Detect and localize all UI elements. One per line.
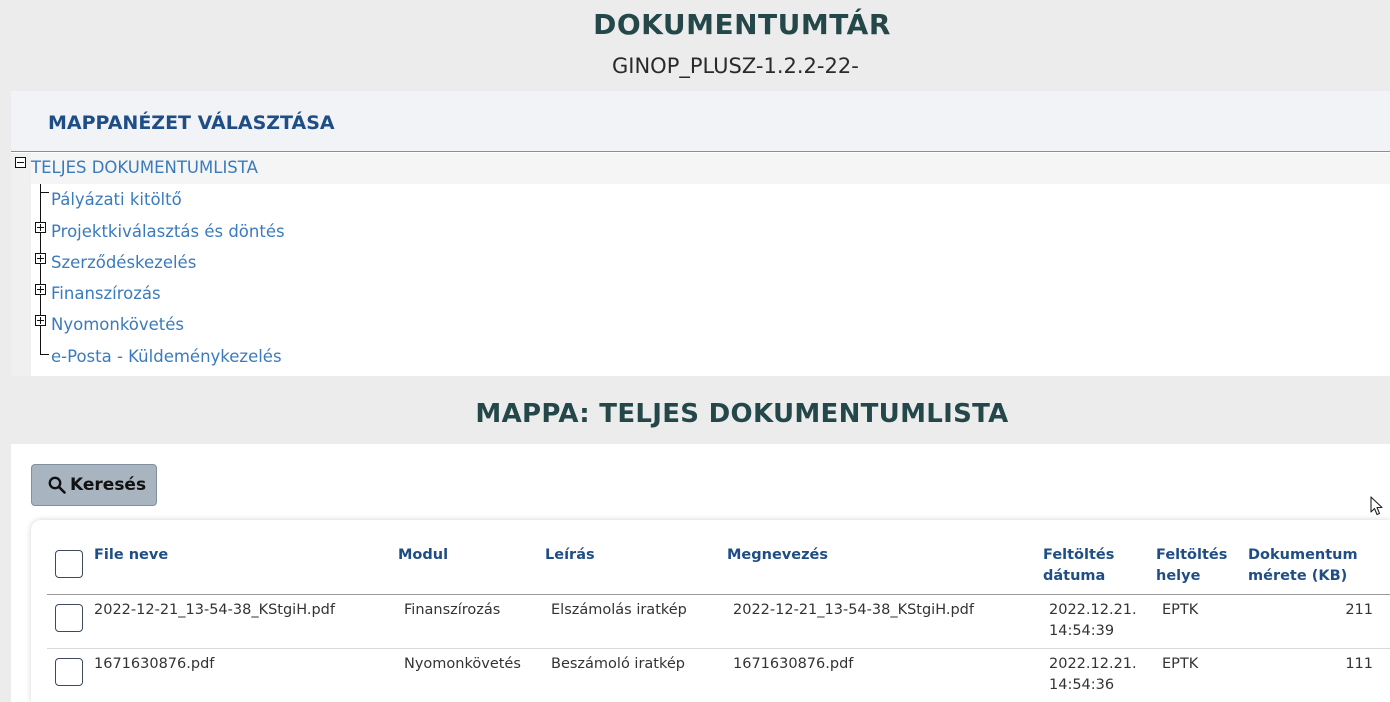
cell-upload-date: 2022.12.21. 14:54:36 bbox=[1049, 654, 1137, 696]
tree-item-projektkivalasztas[interactable]: Projektkiválasztás és döntés bbox=[51, 222, 285, 241]
search-button[interactable]: Keresés bbox=[31, 464, 157, 506]
cell-upload-date-time: 14:54:36 bbox=[1049, 677, 1115, 693]
col-header-upload-place[interactable]: Feltöltés helye bbox=[1156, 545, 1227, 587]
table-header-divider bbox=[47, 594, 1390, 595]
col-header-upload-place-line2: helye bbox=[1156, 568, 1201, 584]
expand-icon[interactable] bbox=[35, 253, 46, 264]
tree-item-nyomonkovetes[interactable]: Nyomonkövetés bbox=[51, 315, 184, 334]
cell-upload-date-day: 2022.12.21. bbox=[1049, 602, 1137, 618]
col-header-name[interactable]: Megnevezés bbox=[727, 545, 828, 566]
cell-size: 211 bbox=[1345, 602, 1373, 618]
tree-item-e-posta[interactable]: e-Posta - Küldeménykezelés bbox=[51, 347, 282, 366]
col-header-module[interactable]: Modul bbox=[398, 545, 448, 566]
page-subtitle: GINOP_PLUSZ-1.2.2-22- bbox=[612, 54, 859, 78]
documents-table: File neve Modul Leírás Megnevezés Feltöl… bbox=[31, 520, 1390, 702]
tree-branch-line bbox=[40, 192, 49, 193]
expand-icon[interactable] bbox=[35, 284, 46, 295]
tree-branch-line bbox=[40, 354, 49, 355]
cell-module: Finanszírozás bbox=[404, 602, 501, 618]
col-header-upload-place-line1: Feltöltés bbox=[1156, 547, 1228, 563]
cell-file-name[interactable]: 2022-12-21_13-54-38_KStgiH.pdf bbox=[94, 600, 335, 621]
page-title: DOKUMENTUMTÁR bbox=[593, 8, 891, 41]
tree-item-palyazati-kitolto[interactable]: Pályázati kitöltő bbox=[51, 190, 182, 209]
cell-upload-place: EPTK bbox=[1162, 602, 1199, 618]
tree-root-label[interactable]: TELJES DOKUMENTUMLISTA bbox=[31, 158, 258, 177]
row-checkbox[interactable] bbox=[55, 604, 83, 632]
cell-module: Nyomonkövetés bbox=[404, 656, 521, 672]
row-divider bbox=[47, 648, 1390, 649]
col-header-upload-date-line1: Feltöltés bbox=[1043, 547, 1115, 563]
cell-description: Elszámolás iratkép bbox=[551, 602, 687, 618]
cell-name: 1671630876.pdf bbox=[733, 656, 854, 672]
folder-view-header: MAPPANÉZET VÁLASZTÁSA bbox=[11, 91, 1390, 152]
col-header-size-line1: Dokumentum bbox=[1248, 547, 1358, 563]
search-icon bbox=[48, 476, 66, 494]
cell-file-name[interactable]: 1671630876.pdf bbox=[94, 654, 214, 675]
col-header-upload-date-line2: dátuma bbox=[1043, 568, 1106, 584]
search-button-label: Keresés bbox=[70, 475, 147, 495]
tree-item-finanszirozas[interactable]: Finanszírozás bbox=[51, 284, 161, 303]
cell-upload-date-day: 2022.12.21. bbox=[1049, 656, 1137, 672]
cell-upload-date-time: 14:54:39 bbox=[1049, 623, 1115, 639]
tree-guide-line bbox=[40, 184, 41, 354]
collapse-icon[interactable] bbox=[15, 157, 26, 168]
folder-view-panel: MAPPANÉZET VÁLASZTÁSA TELJES DOKUMENTUML… bbox=[11, 91, 1390, 376]
documents-panel: Keresés File neve Modul Leírás Megnevezé… bbox=[11, 444, 1390, 702]
col-header-description[interactable]: Leírás bbox=[545, 545, 595, 566]
cell-description: Beszámoló iratkép bbox=[551, 656, 685, 672]
mouse-pointer-icon bbox=[1370, 496, 1383, 516]
col-header-file-name[interactable]: File neve bbox=[94, 545, 168, 566]
select-all-checkbox[interactable] bbox=[55, 550, 83, 578]
tree-item-szerzodeskezeles[interactable]: Szerződéskezelés bbox=[51, 253, 196, 272]
cell-name: 2022-12-21_13-54-38_KStgiH.pdf bbox=[733, 602, 974, 618]
folder-view-title: MAPPANÉZET VÁLASZTÁSA bbox=[48, 112, 335, 134]
cell-size: 111 bbox=[1345, 656, 1373, 672]
tree-gutter bbox=[11, 153, 31, 376]
col-header-size-line2: mérete (KB) bbox=[1248, 568, 1348, 584]
cell-upload-place: EPTK bbox=[1162, 656, 1199, 672]
col-header-size[interactable]: Dokumentum mérete (KB) bbox=[1248, 545, 1358, 587]
folder-heading: MAPPA: TELJES DOKUMENTUMLISTA bbox=[475, 399, 1009, 429]
expand-icon[interactable] bbox=[35, 315, 46, 326]
cell-upload-date: 2022.12.21. 14:54:39 bbox=[1049, 600, 1137, 642]
row-checkbox[interactable] bbox=[55, 658, 83, 686]
col-header-upload-date[interactable]: Feltöltés dátuma bbox=[1043, 545, 1114, 587]
expand-icon[interactable] bbox=[35, 222, 46, 233]
